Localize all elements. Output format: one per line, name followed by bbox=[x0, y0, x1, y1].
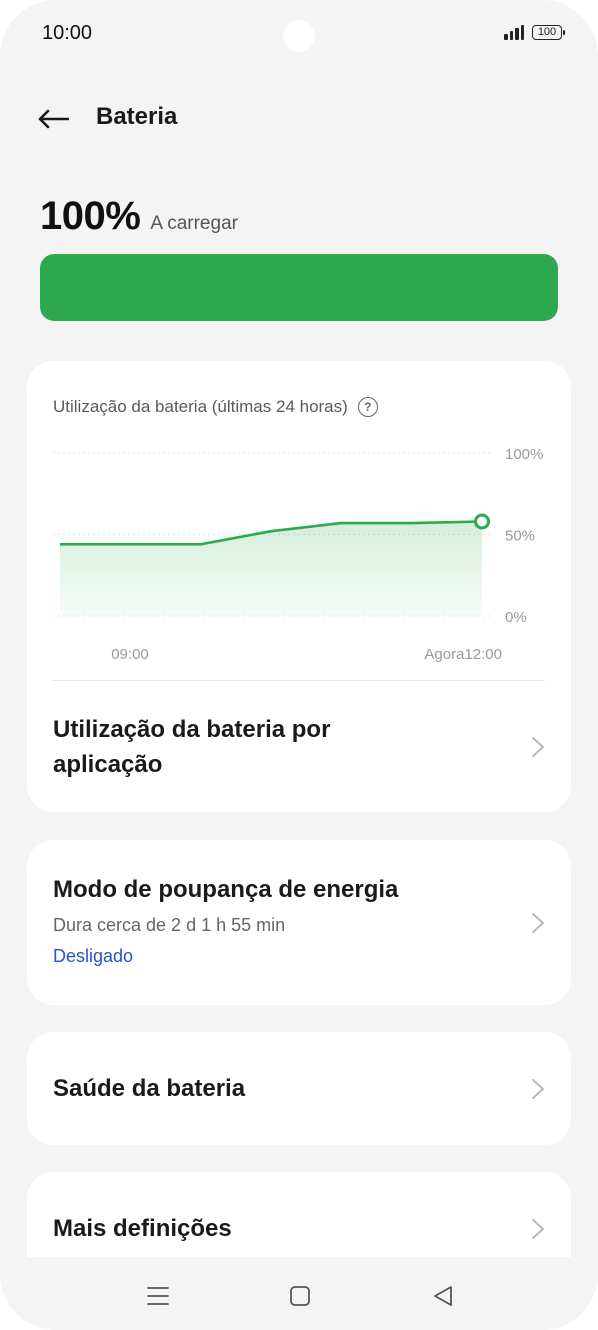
navigation-bar bbox=[0, 1257, 598, 1330]
more-settings-text: Mais definições bbox=[53, 1211, 232, 1246]
usage-current-point bbox=[474, 513, 490, 530]
app-usage-row[interactable]: Utilização da bateria por aplicação bbox=[27, 681, 571, 812]
battery-level-bar bbox=[40, 254, 558, 321]
chevron-right-icon bbox=[532, 1078, 544, 1099]
home-button[interactable] bbox=[285, 1281, 315, 1311]
battery-health-card[interactable]: Saúde da bateria bbox=[27, 1032, 571, 1145]
app-usage-label: Utilização da bateria por aplicação bbox=[53, 715, 331, 778]
battery-level: 100% A carregar bbox=[40, 194, 238, 239]
app-usage-text: Utilização da bateria por aplicação bbox=[53, 712, 423, 782]
menu-icon bbox=[147, 1287, 169, 1305]
battery-health-text: Saúde da bateria bbox=[53, 1071, 245, 1106]
status-time: 10:00 bbox=[42, 22, 93, 44]
battery-icon-level: 100 bbox=[537, 26, 557, 38]
signal-icon bbox=[504, 24, 524, 40]
back-button[interactable] bbox=[34, 100, 72, 138]
battery-usage-card: Utilização da bateria (últimas 24 horas)… bbox=[27, 361, 571, 812]
arrow-left-icon bbox=[38, 109, 69, 129]
battery-health-title: Saúde da bateria bbox=[53, 1075, 246, 1102]
back-triangle-icon bbox=[434, 1286, 452, 1306]
camera-cutout bbox=[283, 20, 315, 52]
usage-area bbox=[60, 521, 482, 616]
home-icon bbox=[290, 1286, 310, 1306]
x-tick-label: Agora12:00 bbox=[424, 646, 502, 663]
power-saving-estimate: Dura cerca de 2 d 1 h 55 min bbox=[53, 915, 286, 935]
phone-screen: 10:00 100 Bateria 100% A carregar Utiliz… bbox=[0, 0, 598, 1330]
y-tick-label: 0% bbox=[505, 609, 527, 626]
y-tick-label: 100% bbox=[505, 446, 543, 463]
chevron-right-icon bbox=[532, 736, 544, 757]
battery-usage-chart: 100% 50% 0% 09:00 Agora12:00 bbox=[53, 446, 543, 663]
recent-apps-button[interactable] bbox=[143, 1281, 173, 1311]
chevron-right-icon bbox=[532, 1218, 544, 1239]
battery-percent: 100% bbox=[40, 194, 141, 238]
power-saving-row[interactable]: Modo de poupança de energia Dura cerca d… bbox=[27, 840, 571, 1005]
chevron-right-icon bbox=[532, 912, 544, 933]
power-saving-card[interactable]: Modo de poupança de energia Dura cerca d… bbox=[27, 840, 571, 1005]
power-saving-status: Desligado bbox=[53, 946, 134, 966]
power-saving-title: Modo de poupança de energia bbox=[53, 876, 399, 903]
y-tick-label: 50% bbox=[505, 528, 535, 545]
more-settings-title: Mais definições bbox=[53, 1215, 232, 1242]
power-saving-text: Modo de poupança de energia Dura cerca d… bbox=[53, 872, 398, 967]
battery-health-row[interactable]: Saúde da bateria bbox=[27, 1032, 571, 1145]
charging-status: A carregar bbox=[150, 213, 238, 234]
battery-icon: 100 bbox=[532, 24, 565, 40]
battery-level-bar-fill bbox=[40, 254, 558, 321]
x-tick-label: 09:00 bbox=[111, 646, 149, 663]
page-title: Bateria bbox=[96, 103, 178, 130]
system-back-button[interactable] bbox=[428, 1281, 458, 1311]
status-icons: 100 bbox=[504, 24, 565, 40]
